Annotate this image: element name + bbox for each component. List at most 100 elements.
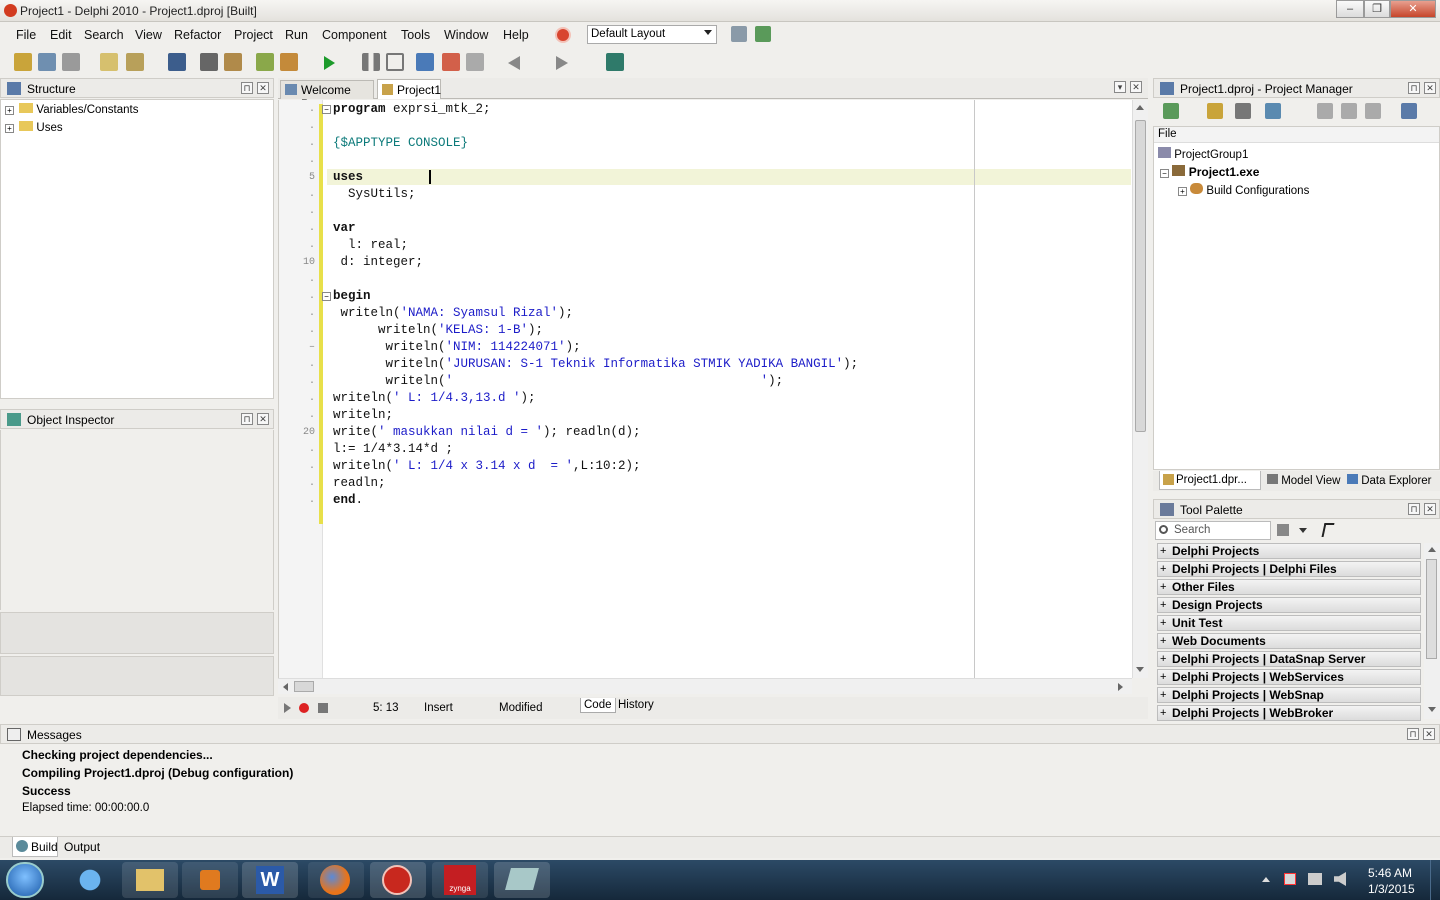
macro-play-icon[interactable] [284,703,291,713]
open-icon[interactable] [38,53,56,71]
pin-icon[interactable]: ⊓ [1407,728,1419,740]
tab-data-explorer[interactable]: Data Explorer [1347,474,1432,487]
new-icon[interactable] [1207,103,1223,119]
code-line[interactable]: . SysUtils; [279,186,1131,203]
expand-plus-icon[interactable]: + [5,124,14,133]
firefox-icon[interactable] [308,862,364,898]
add-file-icon[interactable] [256,53,274,71]
tab-output[interactable]: Output [64,840,100,854]
code-line[interactable]: . l:= 1/4*3.14*d ; [279,441,1131,458]
code-line[interactable]: . {$APPTYPE CONSOLE} [279,135,1131,152]
code-line[interactable]: . readln; [279,475,1131,492]
code-line[interactable]: . writeln('NAMA: Syamsul Rizal'); [279,305,1131,322]
stop-icon[interactable] [386,53,404,71]
menu-edit[interactable]: Edit [50,28,72,42]
scroll-thumb[interactable] [1426,559,1437,659]
collapse-minus-icon[interactable]: − [1160,169,1169,178]
close-icon[interactable]: ✕ [1130,81,1142,93]
palette-category[interactable]: Delphi Projects | DataSnap Server [1157,651,1421,667]
close-icon[interactable]: ✕ [257,82,269,94]
code-line[interactable]: . [279,118,1131,135]
forward-arrow-icon[interactable] [556,56,568,70]
code-line[interactable]: 20 write(' masukkan nilai d = '); readln(… [279,424,1131,441]
notes-icon[interactable] [494,862,550,898]
menu-file[interactable]: File [16,28,36,42]
code-editor[interactable]: . − program exprsi_mtk_2;.. {$APPTYPE CONSO… [278,100,1132,678]
macro-stop-icon[interactable] [318,703,328,713]
tree-node-uses[interactable]: + Uses [5,121,63,134]
code-line[interactable]: . var [279,220,1131,237]
tab-model-view[interactable]: Model View [1267,474,1340,487]
pointer-icon[interactable] [1321,523,1335,537]
collapse-icon[interactable] [1365,103,1381,119]
remove-file-icon[interactable] [280,53,298,71]
trace-into-icon[interactable] [416,53,434,71]
categories-icon[interactable] [1277,524,1289,536]
layout-select[interactable]: Default Layout [587,25,717,44]
minimize-button[interactable]: – [1336,0,1364,18]
code-line[interactable]: . end. [279,492,1131,509]
chevron-down-icon[interactable] [1299,528,1307,533]
code-line[interactable]: . − program exprsi_mtk_2; [279,101,1131,118]
menu-tools[interactable]: Tools [401,28,430,42]
save-layout-icon[interactable] [731,26,747,42]
expand-icon[interactable] [1341,103,1357,119]
pin-icon[interactable]: ⊓ [241,82,253,94]
code-line[interactable]: . writeln; [279,407,1131,424]
code-line[interactable]: . writeln(' '); [279,373,1131,390]
scroll-thumb[interactable] [1135,120,1146,432]
close-icon[interactable]: ✕ [1424,82,1436,94]
save-all-icon[interactable] [62,53,80,71]
code-line[interactable]: . writeln(' L: 1/4.3,13.d '); [279,390,1131,407]
palette-category[interactable]: Delphi Projects | WebServices [1157,669,1421,685]
view-icon[interactable] [1265,103,1281,119]
code-line[interactable]: – writeln('NIM: 114224071'); [279,339,1131,356]
media-player-icon[interactable] [182,862,238,898]
close-icon[interactable]: ✕ [1423,728,1435,740]
code-line[interactable]: . [279,271,1131,288]
delphi-icon[interactable] [370,862,426,898]
save-icon[interactable] [168,53,186,71]
run-icon[interactable] [324,56,335,70]
scroll-up-arrow-icon[interactable] [1428,547,1436,552]
maximize-button[interactable]: ❐ [1364,0,1390,18]
menu-project[interactable]: Project [234,28,273,42]
expand-plus-icon[interactable]: + [5,106,14,115]
activate-icon[interactable] [1163,103,1179,119]
tree-node-variables[interactable]: + Variables/Constants [5,103,138,116]
tab-project1[interactable]: Project1 [377,79,441,99]
tab-build[interactable]: Build [12,837,58,857]
palette-category[interactable]: Other Files [1157,579,1421,595]
build-config-node[interactable]: + Build Configurations [1178,183,1309,197]
new-items-icon[interactable] [14,53,32,71]
pause-icon[interactable] [362,53,380,71]
menu-component[interactable]: Component [322,28,387,42]
menu-refactor[interactable]: Refactor [174,28,221,42]
scroll-down-arrow-icon[interactable] [1136,667,1144,672]
code-line[interactable]: . [279,203,1131,220]
new-file-icon[interactable] [100,53,118,71]
close-icon[interactable]: ✕ [257,413,269,425]
expand-plus-icon[interactable]: + [1178,187,1187,196]
message-line[interactable]: Success [22,784,71,798]
word-icon[interactable]: W [242,862,298,898]
palette-category[interactable]: Unit Test [1157,615,1421,631]
close-icon[interactable]: ✕ [1424,503,1436,515]
clock-date[interactable]: 1/3/2015 [1368,882,1415,896]
project-group-node[interactable]: ProjectGroup1 [1158,147,1248,161]
show-desktop-button[interactable] [1430,860,1440,900]
message-line[interactable]: Elapsed time: 00:00:00.0 [22,802,149,814]
pin-icon[interactable]: ⊓ [241,413,253,425]
menu-window[interactable]: Window [444,28,488,42]
file-column-header[interactable]: File [1154,127,1439,143]
help-book-icon[interactable] [606,53,624,71]
menu-run[interactable]: Run [285,28,308,42]
stop-sign-icon[interactable] [555,27,571,43]
palette-scrollbar[interactable] [1424,543,1440,719]
sync-icon[interactable] [1317,103,1333,119]
project-options-icon[interactable] [224,53,242,71]
step-over-icon[interactable] [442,53,460,71]
back-arrow-icon[interactable] [508,56,520,70]
editor-vertical-scrollbar[interactable] [1132,100,1148,678]
volume-icon[interactable] [1334,872,1346,886]
